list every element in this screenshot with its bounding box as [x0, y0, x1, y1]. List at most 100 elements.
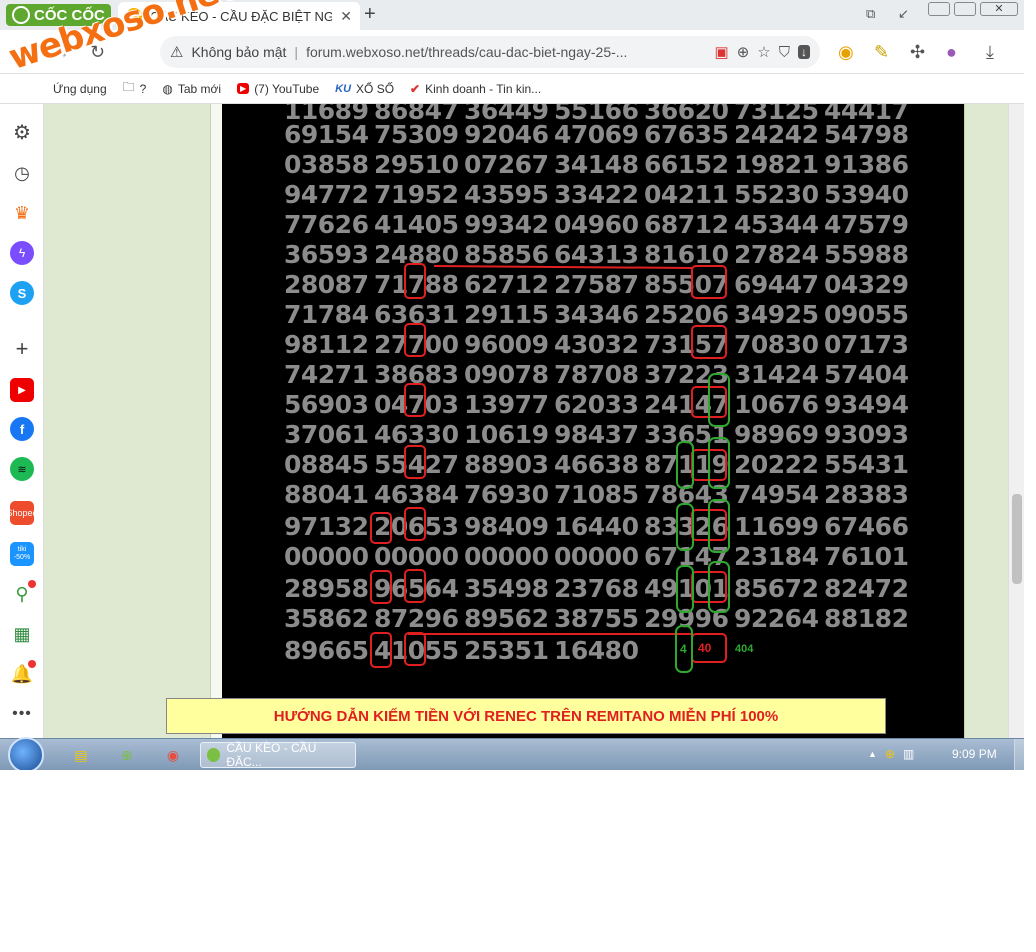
red-box: [404, 507, 426, 541]
tick-icon: ✔: [410, 81, 421, 96]
bookmark-kinh-doanh[interactable]: ✔ Kinh doanh - Tin kin...: [410, 82, 541, 96]
tray-expand-icon[interactable]: ▲: [868, 749, 877, 759]
bookmark-label: Kinh doanh - Tin kin...: [425, 81, 542, 96]
warning-icon: ⚠: [170, 44, 184, 61]
coccoc-extension-icon[interactable]: ◉: [838, 42, 854, 63]
annotation-overlay: [370, 263, 730, 673]
bookmark-xoso[interactable]: KU XỔ SỐ: [335, 82, 394, 96]
messenger-icon[interactable]: ϟ: [10, 241, 34, 265]
url-text[interactable]: forum.webxoso.net/threads/cau-dac-biet-n…: [306, 44, 706, 60]
coccoc-sidebar: ⚙ ◷ ♛ ϟ S + ▶ f ≋ Shopee tiki -50% ⚲ ▦ 🔔 …: [0, 104, 44, 738]
page-margin-left: [44, 104, 210, 738]
start-button[interactable]: [8, 737, 44, 770]
scrollbar-thumb[interactable]: [1012, 494, 1022, 584]
tab-close-icon[interactable]: ✕: [340, 8, 352, 25]
page-scrollbar[interactable]: [1008, 104, 1024, 738]
network-icon[interactable]: ▥: [903, 747, 914, 761]
pen-icon[interactable]: ✎: [874, 42, 889, 63]
download-save-icon[interactable]: ↓: [798, 45, 810, 59]
annotation-green-4: 4: [680, 642, 687, 656]
system-tray: ▲ ⊕ ▥: [868, 747, 914, 761]
zoom-icon[interactable]: ⊕: [737, 43, 750, 61]
notification-blocked-icon[interactable]: ▣: [715, 43, 729, 61]
page-margin-right: [964, 104, 1008, 738]
coccoc-taskbar-icon[interactable]: ⊕: [116, 745, 138, 765]
ku-icon: KU: [335, 82, 352, 95]
annotation-red-40: 40: [698, 641, 712, 655]
red-line: [433, 265, 693, 269]
bookmark-folder[interactable]: 🗀?: [123, 78, 147, 99]
windows-taskbar: ▤ ⊕ ◉ CẦU KÈO - CẦU ĐẶC... ▲ ⊕ ▥ 9:09 PM: [0, 737, 1024, 770]
facebook-icon[interactable]: f: [10, 417, 34, 441]
address-separator: |: [294, 44, 299, 60]
skype-icon[interactable]: S: [10, 281, 34, 305]
more-icon[interactable]: •••: [10, 702, 34, 726]
tray-coccoc-icon[interactable]: ⊕: [885, 747, 895, 761]
coccoc-small-icon: [207, 748, 221, 762]
chrome-icon[interactable]: ◉: [162, 745, 184, 765]
coccoc-logo-icon: [12, 6, 30, 24]
green-box: [676, 503, 694, 551]
sheets-icon[interactable]: ▦: [10, 622, 34, 646]
red-box: [404, 445, 426, 479]
green-box: [676, 441, 694, 489]
red-box: [370, 512, 392, 544]
shopee-icon[interactable]: Shopee: [6, 501, 38, 525]
bookmark-label: XỔ SỐ: [356, 81, 395, 96]
red-box: [691, 265, 727, 299]
downloads-icon[interactable]: ⤓: [986, 42, 994, 63]
history-icon[interactable]: ◷: [10, 161, 34, 185]
green-app-icon[interactable]: ⚲: [10, 580, 36, 606]
youtube-icon: ▶: [237, 83, 250, 94]
red-box: [404, 263, 426, 299]
address-bar[interactable]: ⚠ Không bảo mật | forum.webxoso.net/thre…: [160, 36, 820, 68]
lottery-board-image: 11689 86847 36449 55166 36620 73125 44417 69154…: [222, 104, 964, 738]
page-border-left: [210, 104, 222, 738]
globe-icon: ◍: [162, 81, 173, 96]
bell-icon[interactable]: 🔔: [10, 660, 36, 686]
plus-icon[interactable]: +: [10, 336, 34, 361]
tiki-icon[interactable]: tiki -50%: [10, 542, 34, 566]
notification-dot: [28, 660, 36, 668]
back-arrow-icon[interactable]: ↙: [898, 6, 909, 22]
red-box: [370, 570, 392, 604]
new-tab-button[interactable]: +: [364, 3, 376, 26]
toolbar: ← → ↻ ⚠ Không bảo mật | forum.webxoso.ne…: [0, 30, 1024, 74]
bookmark-star-icon[interactable]: ☆: [757, 43, 770, 61]
notification-dot: [28, 580, 36, 588]
promo-banner-link[interactable]: HƯỚNG DẪN KIẾM TIỀN VỚI RENEC TRÊN REMIT…: [166, 698, 886, 734]
bookmark-label: Tab mới: [177, 81, 222, 96]
show-desktop-button[interactable]: [1014, 739, 1024, 770]
close-window-button[interactable]: ✕: [980, 2, 1018, 16]
red-box: [404, 569, 426, 603]
red-box: [404, 323, 426, 357]
bookmark-label: ?: [139, 81, 147, 96]
gear-icon[interactable]: ⚙: [10, 120, 34, 144]
red-box: [404, 632, 426, 666]
red-box: [404, 383, 426, 417]
reader-icon[interactable]: ⧉: [866, 6, 875, 22]
spotify-icon[interactable]: ≋: [10, 457, 34, 481]
red-box: [370, 632, 392, 668]
green-box: [676, 565, 694, 613]
bookmarks-bar: Ứng dụng 🗀? ◍ Tab mới ▶ (7) YouTube KU XỔ S…: [0, 74, 1024, 104]
tiki-discount-label: -50%: [13, 554, 31, 561]
youtube-icon[interactable]: ▶: [10, 378, 34, 402]
taskbar-window-coccoc[interactable]: CẦU KÈO - CẦU ĐẶC...: [200, 741, 356, 769]
explorer-icon[interactable]: ▤: [70, 745, 92, 765]
taskbar-window-label: CẦU KÈO - CẦU ĐẶC...: [226, 741, 317, 769]
maximize-button[interactable]: [954, 2, 976, 16]
minimize-button[interactable]: [928, 2, 950, 16]
profile-avatar-icon[interactable]: ●: [946, 42, 957, 63]
bookmark-youtube[interactable]: ▶ (7) YouTube: [237, 82, 319, 96]
bookmark-apps[interactable]: Ứng dụng: [48, 82, 107, 96]
bookmark-label: (7) YouTube: [254, 81, 320, 96]
clock[interactable]: 9:09 PM: [952, 747, 997, 761]
folder-icon: 🗀: [122, 80, 135, 94]
security-label[interactable]: Không bảo mật: [191, 44, 286, 60]
crown-icon[interactable]: ♛: [10, 201, 34, 225]
annotation-green-404: 404: [735, 643, 754, 655]
bookmark-new-tab[interactable]: ◍ Tab mới: [162, 82, 221, 96]
shield-icon[interactable]: ⛉: [779, 44, 790, 61]
extensions-icon[interactable]: ✣: [910, 42, 925, 63]
